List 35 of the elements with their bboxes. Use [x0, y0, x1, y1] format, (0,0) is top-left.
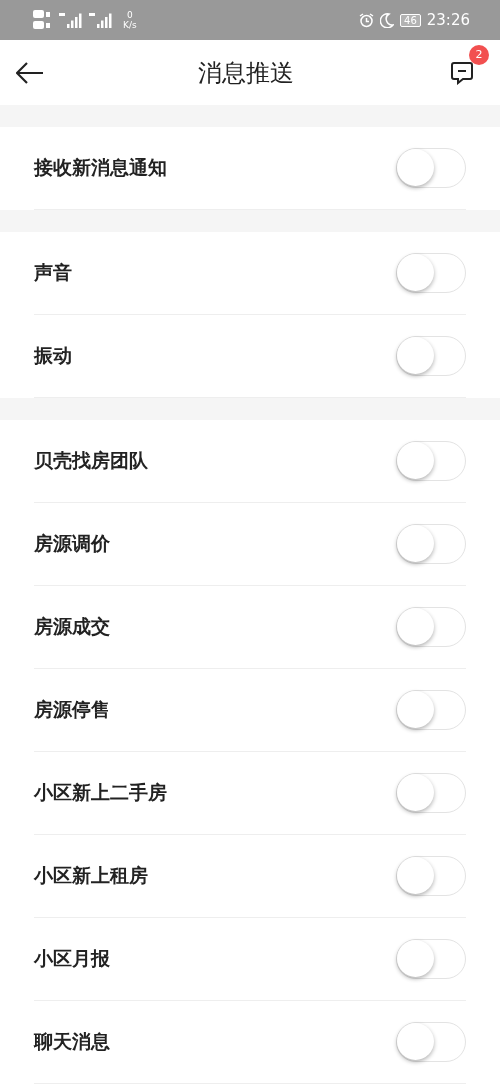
network-speed-unit: K/s — [123, 20, 137, 30]
unread-badge: 2 — [469, 44, 489, 65]
toggle-switch[interactable] — [396, 524, 466, 564]
battery-level: 46 — [400, 13, 421, 27]
toggle-switch[interactable] — [396, 773, 466, 813]
network-speed-value: 0 — [126, 10, 133, 20]
signal-icon — [59, 12, 83, 28]
setting-label: 小区新上租房 — [34, 863, 148, 888]
chat-icon — [450, 60, 474, 85]
toggle-switch[interactable] — [396, 253, 466, 293]
setting-label: 声音 — [34, 260, 72, 285]
alarm-icon — [359, 12, 375, 28]
back-arrow-icon — [16, 61, 44, 84]
toggle-switch[interactable] — [396, 690, 466, 730]
toggle-switch[interactable] — [396, 441, 466, 481]
page-title: 消息推送 — [198, 57, 294, 89]
setting-label: 小区新上二手房 — [34, 780, 167, 805]
clock-time: 23:26 — [426, 11, 470, 29]
setting-label: 房源成交 — [34, 614, 110, 639]
setting-label: 贝壳找房团队 — [34, 448, 148, 473]
setting-label: 振动 — [34, 343, 72, 368]
setting-label: 房源停售 — [34, 697, 110, 722]
toggle-switch[interactable] — [396, 856, 466, 896]
setting-label: 房源调价 — [34, 531, 110, 556]
toggle-switch[interactable] — [396, 1022, 466, 1062]
setting-label: 小区月报 — [34, 946, 110, 971]
toggle-switch[interactable] — [396, 607, 466, 647]
signal-icon — [89, 12, 113, 28]
toggle-switch[interactable] — [396, 939, 466, 979]
toggle-switch[interactable] — [396, 336, 466, 376]
setting-label: 接收新消息通知 — [34, 155, 167, 180]
sim-status-icon — [33, 9, 53, 31]
moon-icon — [380, 12, 395, 28]
toggle-switch[interactable] — [396, 148, 466, 188]
setting-label: 聊天消息 — [34, 1029, 110, 1054]
